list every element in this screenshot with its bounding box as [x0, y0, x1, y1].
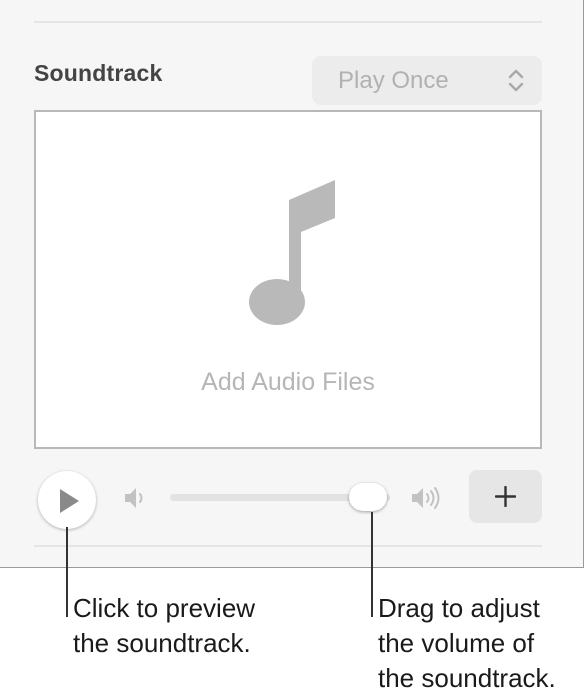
- plus-icon: [495, 486, 516, 507]
- top-divider: [34, 21, 542, 23]
- preview-callout-text: Click to preview the soundtrack.: [73, 593, 256, 658]
- speaker-high-icon: [412, 487, 440, 509]
- bottom-divider: [34, 545, 542, 547]
- playback-mode-popup[interactable]: Play Once: [312, 56, 542, 105]
- volume-callout-text: Drag to adjust the volume of the soundtr…: [378, 593, 556, 693]
- audio-drop-area[interactable]: Add Audio Files: [34, 110, 542, 449]
- add-audio-button[interactable]: [469, 470, 542, 523]
- music-note-icon: [249, 180, 335, 325]
- play-icon: [60, 489, 79, 513]
- up-down-chevrons-icon: [508, 69, 524, 92]
- volume-slider-thumb[interactable]: [349, 483, 387, 511]
- add-audio-files-label: Add Audio Files: [201, 368, 375, 396]
- preview-callout-line: [66, 527, 68, 617]
- volume-callout-line: [371, 512, 373, 617]
- section-title: Soundtrack: [34, 60, 163, 86]
- soundtrack-panel: Soundtrack Play Once Add Audio Files: [0, 0, 584, 568]
- speaker-low-icon: [125, 488, 143, 508]
- playback-mode-value: Play Once: [338, 67, 449, 94]
- preview-play-button[interactable]: [38, 471, 96, 529]
